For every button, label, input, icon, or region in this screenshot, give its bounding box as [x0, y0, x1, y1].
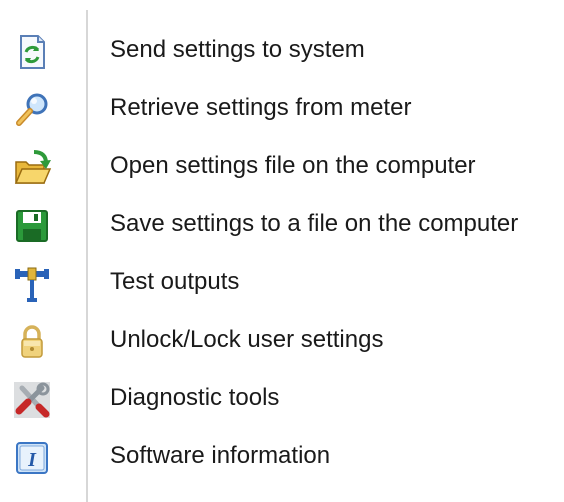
magnifier-icon	[12, 90, 52, 130]
lock-icon	[12, 322, 52, 362]
toolbar-item-label: Send settings to system	[110, 36, 365, 63]
info-icon: I	[12, 438, 52, 478]
toolbar-item-diagnostic-tools[interactable]: Diagnostic tools	[0, 368, 564, 424]
toolbar-item-label: Test outputs	[110, 268, 240, 295]
open-folder-icon	[12, 148, 52, 188]
toolbar-item-save-file[interactable]: Save settings to a file on the computer	[0, 194, 564, 250]
toolbar-item-send-settings[interactable]: Send settings to system	[0, 20, 564, 76]
test-outputs-icon	[12, 264, 52, 304]
save-disk-icon	[12, 206, 52, 246]
toolbar-item-label: Software information	[110, 442, 331, 469]
toolbar-item-open-file[interactable]: Open settings file on the computer	[0, 136, 564, 192]
toolbar-item-label: Diagnostic tools	[110, 384, 280, 411]
diagnostic-tools-icon	[12, 380, 52, 420]
toolbar-item-retrieve-settings[interactable]: Retrieve settings from meter	[0, 78, 564, 134]
toolbar-item-label: Open settings file on the computer	[110, 152, 476, 179]
svg-text:I: I	[27, 449, 37, 471]
toolbar-item-label: Unlock/Lock user settings	[110, 326, 384, 353]
toolbar-item-label: Save settings to a file on the computer	[110, 210, 519, 237]
toolbar-item-test-outputs[interactable]: Test outputs	[0, 252, 564, 308]
toolbar-item-lock-settings[interactable]: Unlock/Lock user settings	[0, 310, 564, 366]
toolbar-item-software-info[interactable]: I Software information	[0, 426, 564, 482]
toolbar-item-label: Retrieve settings from meter	[110, 94, 412, 121]
send-settings-icon	[12, 32, 52, 72]
